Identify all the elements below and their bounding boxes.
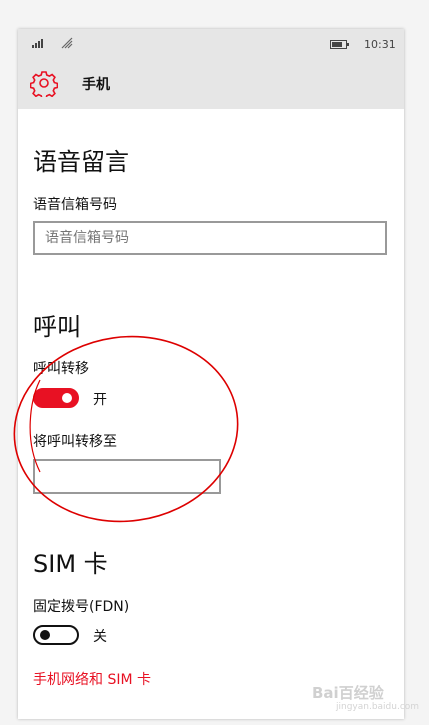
status-bar: 10:31 [18,29,404,59]
battery-icon [330,40,349,49]
toggle-knob [62,393,72,403]
wifi-icon [61,37,73,49]
call-forwarding-label: 呼叫转移 [33,361,89,377]
signal-icon [32,39,43,48]
fdn-toggle[interactable] [33,625,79,645]
fdn-label: 固定拨号(FDN) [33,599,130,615]
app-header: 手机 [18,59,404,109]
watermark-logo: Bai百经验 [312,684,384,702]
fdn-state: 关 [93,629,107,645]
call-section-title: 呼叫 [33,313,81,341]
call-forwarding-toggle[interactable] [33,388,79,408]
forward-to-label: 将呼叫转移至 [33,434,117,450]
voicemail-number-input[interactable] [33,221,387,255]
phone-screen: 10:31 手机 语音留言 语音信箱号码 呼叫 呼叫转移 开 将呼叫转移至 SI… [18,29,404,719]
gear-icon[interactable] [30,69,58,97]
forward-to-input[interactable] [33,459,221,494]
toggle-knob [40,630,50,640]
status-time: 10:31 [364,38,396,51]
call-forwarding-state: 开 [93,392,107,408]
voicemail-number-label: 语音信箱号码 [33,197,117,213]
sim-section-title: SIM 卡 [33,550,108,578]
watermark-url: jingyan.baidu.com [336,702,420,712]
voicemail-section-title: 语音留言 [33,148,129,176]
network-sim-link[interactable]: 手机网络和 SIM 卡 [33,669,151,689]
page-title: 手机 [82,77,110,93]
